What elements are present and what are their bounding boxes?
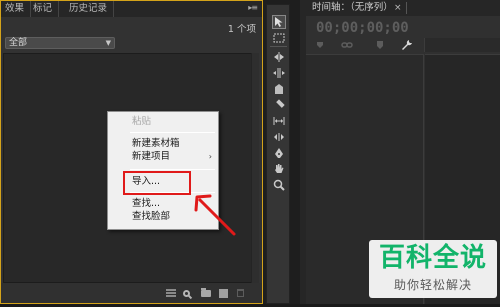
item-count: 1 个项 — [227, 24, 256, 35]
menu-item-new-bin[interactable]: 新建素材箱 — [132, 138, 180, 150]
project-bottom-toolbar — [1, 283, 262, 303]
submenu-arrow-icon: › — [208, 152, 212, 161]
menu-item-find[interactable]: 查找... — [132, 198, 160, 210]
hand-tool-icon[interactable] — [272, 162, 286, 176]
ripple-edit-tool-icon[interactable] — [272, 50, 286, 64]
premiere-workspace: 效果 标记 历史记录 ▸≡ 1 个项 全部 ▼ 粘贴 新建素材箱 新建项目 › … — [0, 0, 500, 307]
menu-item-paste: 粘贴 — [132, 116, 152, 127]
tools-divider — [270, 46, 287, 47]
project-tabbar: 效果 标记 历史记录 ▸≡ — [1, 1, 262, 17]
trash-icon[interactable] — [235, 288, 245, 298]
new-item-icon[interactable] — [217, 288, 229, 298]
bin-filter-select[interactable]: 全部 ▼ — [5, 37, 115, 49]
linked-selection-icon[interactable] — [340, 38, 354, 52]
razor-tool-icon[interactable] — [272, 98, 286, 112]
slip-tool-icon[interactable] — [272, 114, 286, 128]
watermark-subtitle: 助你轻松解决 — [393, 278, 472, 292]
rate-stretch-tool-icon[interactable] — [272, 82, 286, 96]
project-scrollbar[interactable] — [251, 53, 259, 283]
selection-tool-icon[interactable] — [272, 15, 286, 29]
timeline-tabbar: 时间轴：（无序列） × — [306, 0, 500, 16]
tools-panel — [266, 4, 290, 304]
new-bin-icon[interactable] — [200, 287, 212, 298]
menu-separator — [130, 169, 215, 170]
track-select-tool-icon[interactable] — [272, 31, 286, 45]
tab-timeline[interactable]: 时间轴：（无序列） — [312, 2, 393, 14]
rolling-edit-tool-icon[interactable] — [272, 66, 286, 80]
zoom-tool-icon[interactable] — [272, 178, 286, 192]
import-highlight-box — [123, 171, 191, 195]
bin-filter-value: 全部 — [9, 38, 28, 48]
slide-tool-icon[interactable] — [272, 130, 286, 144]
menu-separator — [130, 132, 215, 133]
panel-menu-icon[interactable]: ▸≡ — [248, 3, 258, 12]
tab-history[interactable]: 历史记录 — [63, 1, 115, 17]
close-icon[interactable]: × — [394, 2, 402, 14]
chevron-down-icon: ▼ — [105, 39, 111, 47]
find-icon[interactable] — [181, 288, 191, 298]
list-view-icon[interactable] — [165, 288, 177, 298]
timecode-display[interactable]: 00;00;00;00 — [316, 20, 409, 36]
menu-item-find-face[interactable]: 查找脸部 — [132, 211, 170, 223]
wrench-icon[interactable] — [400, 38, 414, 52]
menu-item-new-item[interactable]: 新建项目 — [132, 151, 170, 163]
timeline-controls — [306, 38, 426, 52]
snap-icon[interactable] — [314, 38, 326, 52]
pen-tool-icon[interactable] — [272, 146, 286, 160]
tab-markers[interactable]: 标记 — [27, 1, 60, 17]
tab-divider — [406, 2, 407, 14]
add-marker-icon[interactable] — [374, 38, 386, 52]
timeline-ruler[interactable] — [424, 38, 500, 52]
watermark-logo: 百科全说 助你轻松解决 — [369, 240, 497, 298]
pointer-arrow-icon — [194, 194, 236, 236]
watermark-title: 百科全说 — [378, 243, 487, 273]
